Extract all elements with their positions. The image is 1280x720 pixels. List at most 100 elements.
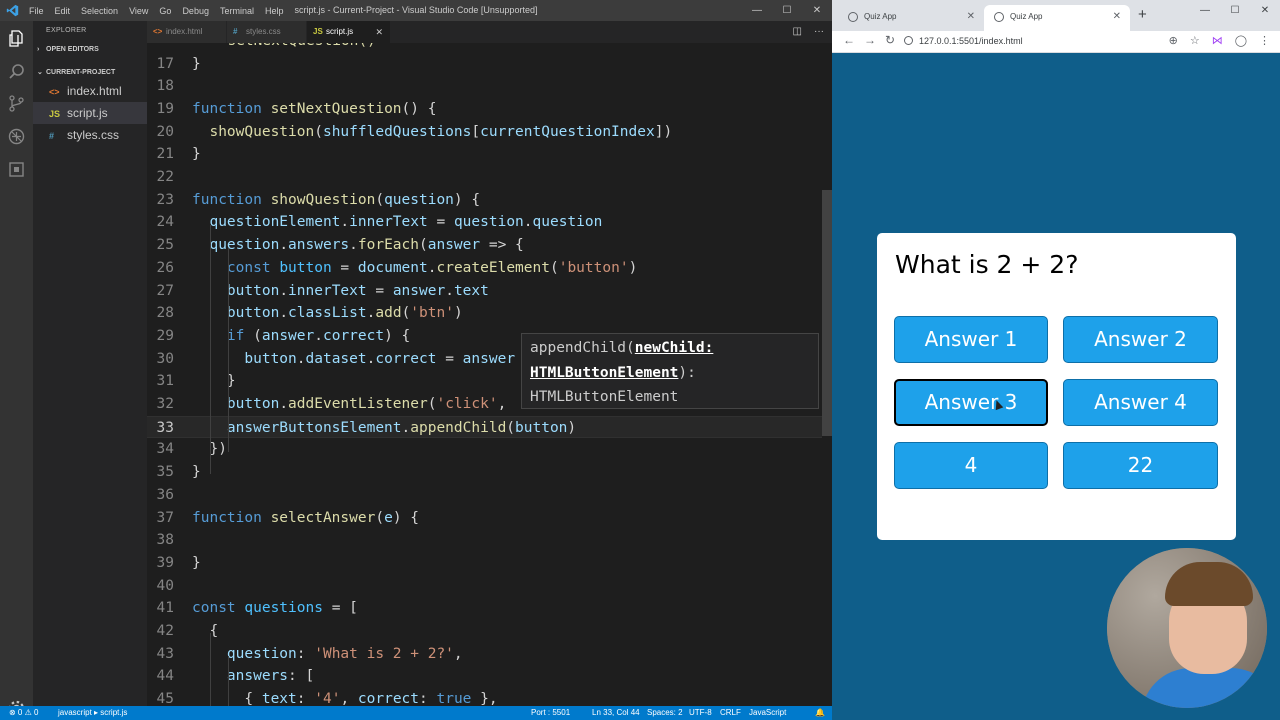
line-number: 38 <box>156 532 174 549</box>
editor-scrollbar[interactable] <box>822 190 832 436</box>
answer-button-1[interactable]: Answer 1 <box>894 316 1048 363</box>
editor-tabs: <> index.html # styles.css JS script.js ✕ ◫ … <box>147 21 832 43</box>
answer-button-3[interactable]: Answer 3 <box>894 379 1048 426</box>
forward-arrow-icon[interactable]: → <box>864 33 876 47</box>
problems-status[interactable]: ⊗ 0 ⚠ 0 <box>9 706 38 720</box>
browser-toolbar: ← → ↻ 127.0.0.1:5501/index.html ⊕ ☆ ⋈ ◯ … <box>832 31 1280 53</box>
code-text: const questions = [ <box>192 600 358 617</box>
explorer-title: EXPLORER <box>46 27 87 34</box>
file-index-html[interactable]: <> index.html <box>33 80 147 102</box>
code-line: 44 answers: [ <box>147 665 822 688</box>
maximize-button[interactable]: ☐ <box>1220 0 1250 24</box>
language-status[interactable]: JavaScript <box>749 706 786 720</box>
tab-styles-css[interactable]: # styles.css <box>227 21 307 43</box>
eol-status[interactable]: CRLF <box>720 706 741 720</box>
split-editor-icon[interactable]: ◫ <box>793 21 802 43</box>
answer-button-5[interactable]: 4 <box>894 442 1048 489</box>
bookmark-star-icon[interactable]: ☆ <box>1190 34 1200 47</box>
code-line: 23 function showQuestion(question) { <box>147 189 822 212</box>
close-window-button[interactable]: ✕ <box>802 0 832 21</box>
globe-icon <box>994 12 1004 22</box>
line-number: 20 <box>156 123 174 140</box>
address-bar[interactable]: 127.0.0.1:5501/index.html <box>904 31 1023 51</box>
tab-index-html[interactable]: <> index.html <box>147 21 227 43</box>
minimize-button[interactable]: — <box>1190 0 1220 24</box>
more-actions-icon[interactable]: ··· <box>814 21 824 43</box>
live-server-port[interactable]: Port : 5501 <box>531 706 570 720</box>
line-number: 26 <box>156 259 174 276</box>
code-line: 40 <box>147 575 822 598</box>
encoding-status[interactable]: UTF-8 <box>689 706 712 720</box>
chevron-right-icon: › <box>37 46 40 53</box>
search-icon[interactable] <box>7 62 26 81</box>
line-number: 40 <box>156 577 174 594</box>
code-line: 34 }) <box>147 438 822 461</box>
code-line: 19 function setNextQuestion() { <box>147 98 822 121</box>
window-title: script.js - Current-Project - Visual Stu… <box>294 5 538 15</box>
new-tab-button[interactable]: + <box>1138 6 1147 23</box>
file-name: script.js <box>67 106 108 120</box>
extension-icon[interactable]: ⋈ <box>1212 34 1223 47</box>
file-styles-css[interactable]: # styles.css <box>33 124 147 146</box>
code-text: button.innerText = answer.text <box>226 282 489 299</box>
close-tab-icon[interactable]: ✕ <box>1113 5 1121 29</box>
profile-icon[interactable]: ◯ <box>1235 34 1247 47</box>
activity-bar <box>0 21 33 717</box>
answer-button-6[interactable]: 22 <box>1063 442 1218 489</box>
source-control-icon[interactable] <box>7 94 26 113</box>
explorer-icon[interactable] <box>7 29 26 48</box>
zoom-icon[interactable]: ⊕ <box>1169 34 1178 47</box>
debug-icon[interactable] <box>7 127 26 146</box>
js-file-icon: JS <box>313 27 323 36</box>
browser-tab-1[interactable]: Quiz App ✕ <box>838 5 984 31</box>
line-number: 33 <box>156 419 174 436</box>
line-number: 27 <box>156 282 174 299</box>
code-line: 18 <box>147 75 822 98</box>
code-line: 43 question: 'What is 2 + 2?', <box>147 643 822 666</box>
line-number: 18 <box>156 78 174 95</box>
file-script-js[interactable]: JS script.js <box>33 102 147 124</box>
reload-icon[interactable]: ↻ <box>885 33 895 47</box>
answer-button-2[interactable]: Answer 2 <box>1063 316 1218 363</box>
line-number: 34 <box>156 441 174 458</box>
webcam-overlay <box>1107 548 1267 708</box>
back-arrow-icon[interactable]: ← <box>843 33 855 47</box>
browser-tab-2[interactable]: Quiz App ✕ <box>984 5 1130 31</box>
extensions-icon[interactable] <box>7 160 26 179</box>
indent-guide <box>228 656 229 706</box>
hover-text: ): <box>678 364 696 381</box>
code-line: 33 answerButtonsElement.appendChild(butt… <box>147 415 822 439</box>
close-tab-icon[interactable]: ✕ <box>967 5 975 29</box>
site-info-icon[interactable] <box>904 36 913 45</box>
notification-bell-icon[interactable]: 🔔 <box>815 706 825 720</box>
close-window-button[interactable]: ✕ <box>1250 0 1280 24</box>
answer-button-4[interactable]: Answer 4 <box>1063 379 1218 426</box>
tab-title: Quiz App <box>1010 12 1043 21</box>
open-editors-section[interactable]: › OPEN EDITORS <box>37 46 99 53</box>
browser-menu-icon[interactable]: ⋮ <box>1259 34 1270 47</box>
code-line: 25 question.answers.forEach(answer => { <box>147 234 822 257</box>
globe-icon <box>848 12 858 22</box>
close-tab-icon[interactable]: ✕ <box>375 21 383 43</box>
indentation-status[interactable]: Spaces: 2 <box>647 706 683 720</box>
maximize-button[interactable]: ☐ <box>772 0 802 21</box>
code-line: 28 button.classList.add('btn') <box>147 302 822 325</box>
code-text: button.addEventListener('click', <box>226 396 507 412</box>
html-file-icon: <> <box>153 27 163 36</box>
code-line: 20 showQuestion(shuffledQuestions[curren… <box>147 121 822 144</box>
code-text: showQuestion(shuffledQuestions[currentQu… <box>209 123 673 140</box>
hover-text: appendChild( <box>530 340 635 356</box>
line-number: 31 <box>156 373 174 390</box>
project-section[interactable]: ⌄ CURRENT-PROJECT <box>37 68 115 76</box>
line-number: 42 <box>156 623 174 639</box>
tab-title: Quiz App <box>864 12 897 21</box>
code-text: { <box>192 623 219 639</box>
code-line: 39} <box>147 552 822 575</box>
code-text: } <box>192 373 236 390</box>
tab-script-js[interactable]: JS script.js ✕ <box>307 21 391 43</box>
cursor-position[interactable]: Ln 33, Col 44 <box>592 706 640 720</box>
code-line: 21} <box>147 143 822 166</box>
minimize-button[interactable]: — <box>742 0 772 21</box>
code-line-partial: setNextQuestion() <box>147 43 822 53</box>
line-number: 32 <box>156 396 174 412</box>
